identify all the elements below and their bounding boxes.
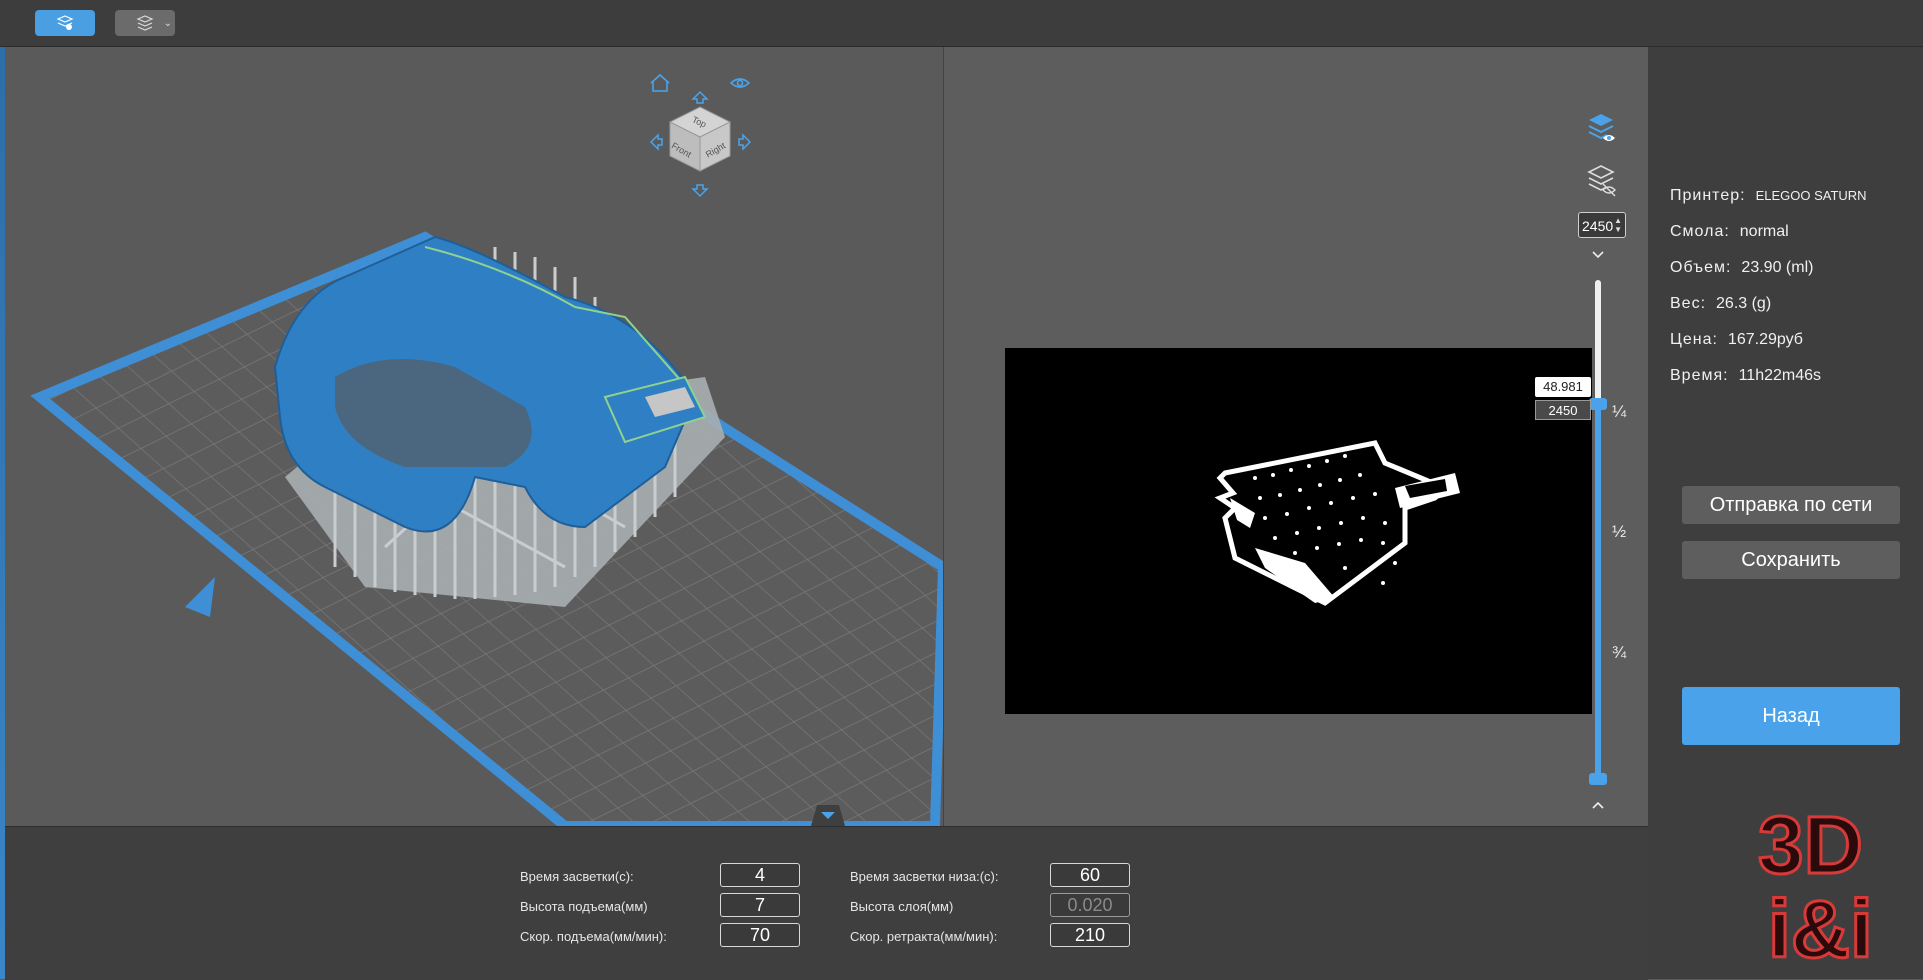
back-button[interactable]: Назад xyxy=(1682,687,1900,745)
layer-height-tooltip: 48.981 xyxy=(1535,377,1591,397)
layer-up-icon[interactable] xyxy=(1591,800,1605,810)
resin-row: Смола: normal xyxy=(1670,223,1789,241)
volume-value: 23.90 (ml) xyxy=(1741,259,1814,276)
view-cube-nav: Top Front Right xyxy=(645,69,775,199)
3di-logo: 3D i&i xyxy=(1757,799,1875,966)
print-parameters-panel: Время засветки(с): 4 Высота подъема(мм) … xyxy=(5,826,1648,980)
price-value: 167.29руб xyxy=(1727,331,1803,348)
rotate-right-icon xyxy=(738,133,752,151)
slider-mark-three-quarters: ¾ xyxy=(1612,643,1627,662)
retract-speed-field[interactable]: 210 xyxy=(1050,923,1130,947)
plate-front-marker xyxy=(185,577,215,617)
layer-slider-fill xyxy=(1595,400,1601,780)
slice-layers-icon xyxy=(56,15,74,30)
current-layer-value: 2450 xyxy=(1582,218,1614,234)
time-value: 11h22m46s xyxy=(1738,367,1822,384)
printer-row: Принтер: ELEGOO SATURN xyxy=(1670,187,1867,205)
bottom-exposure-field[interactable]: 60 xyxy=(1050,863,1130,887)
slice-mode-button[interactable] xyxy=(35,10,95,36)
rotate-down-icon xyxy=(691,184,709,198)
layer-height-field: 0.020 xyxy=(1050,893,1130,917)
time-label: Время: xyxy=(1670,367,1729,384)
layer-slider-handle[interactable] xyxy=(1589,398,1607,410)
printer-value: ELEGOO SATURN xyxy=(1755,188,1867,203)
layers-hide-icon[interactable] xyxy=(1585,164,1617,198)
layer-number-tooltip[interactable]: 2450 xyxy=(1535,400,1591,420)
weight-value: 26.3 (g) xyxy=(1716,295,1772,312)
current-layer-input[interactable]: 2450 ▲ ▼ xyxy=(1578,212,1626,238)
lift-height-field[interactable]: 7 xyxy=(720,893,800,917)
resin-label: Смола: xyxy=(1670,223,1730,240)
rotate-up-icon xyxy=(691,90,709,104)
layer-down-icon[interactable] xyxy=(1591,250,1605,260)
spinner-arrows-icon[interactable]: ▲ ▼ xyxy=(1614,216,1622,234)
weight-row: Вес: 26.3 (g) xyxy=(1670,295,1771,313)
lift-height-label: Высота подъема(мм) xyxy=(520,899,648,914)
layer-image-canvas xyxy=(1005,348,1592,714)
slider-mark-quarter: ¼ xyxy=(1612,402,1627,421)
bottom-exposure-label: Время засветки низа:(с): xyxy=(850,869,999,884)
rotate-left-icon xyxy=(649,133,663,151)
exposure-time-label: Время засветки(с): xyxy=(520,869,634,884)
layer-slider-bottom-handle[interactable] xyxy=(1589,773,1607,785)
printer-label: Принтер: xyxy=(1670,187,1746,204)
slicer-app: ⌄ Top Front Right 2450 ▲ ▼ 48.981 2450 ¼… xyxy=(0,0,1923,980)
home-view-icon xyxy=(650,73,670,92)
chevron-down-icon: ⌄ xyxy=(163,18,172,29)
svg-text:3D: 3D xyxy=(1758,800,1863,891)
volume-label: Объем: xyxy=(1670,259,1732,276)
price-row: Цена: 167.29руб xyxy=(1670,331,1803,349)
slice-preview-panel xyxy=(943,47,1649,826)
build-plate-scene xyxy=(30,231,943,826)
volume-row: Объем: 23.90 (ml) xyxy=(1670,259,1813,277)
price-label: Цена: xyxy=(1670,331,1718,348)
model-3d-viewport[interactable]: Top Front Right xyxy=(5,47,943,826)
lift-speed-label: Скор. подъема(мм/мин): xyxy=(520,929,667,944)
slider-mark-half: ½ xyxy=(1612,522,1627,541)
layers-dropdown-button[interactable]: ⌄ xyxy=(115,10,175,36)
lift-speed-field[interactable]: 70 xyxy=(720,923,800,947)
layers-view-icon[interactable] xyxy=(1585,112,1617,146)
layer-cross-section xyxy=(1214,440,1460,606)
eye-icon xyxy=(729,78,751,88)
top-toolbar: ⌄ xyxy=(0,0,1923,47)
print-info-panel: Принтер: ELEGOO SATURN Смола: normal Объем… xyxy=(1648,47,1923,979)
time-row: Время: 11h22m46s xyxy=(1670,367,1821,385)
layers-settings-icon xyxy=(136,15,154,31)
send-network-button[interactable]: Отправка по сети xyxy=(1682,486,1900,524)
save-button[interactable]: Сохранить xyxy=(1682,541,1900,579)
collapse-panel-icon[interactable] xyxy=(805,803,851,826)
weight-label: Вес: xyxy=(1670,295,1707,312)
svg-text:i&i: i&i xyxy=(1768,884,1873,965)
resin-value: normal xyxy=(1739,223,1789,240)
layer-height-label: Высота слоя(мм) xyxy=(850,899,954,914)
exposure-time-field[interactable]: 4 xyxy=(720,863,800,887)
retract-speed-label: Скор. ретракта(мм/мин): xyxy=(850,929,998,944)
